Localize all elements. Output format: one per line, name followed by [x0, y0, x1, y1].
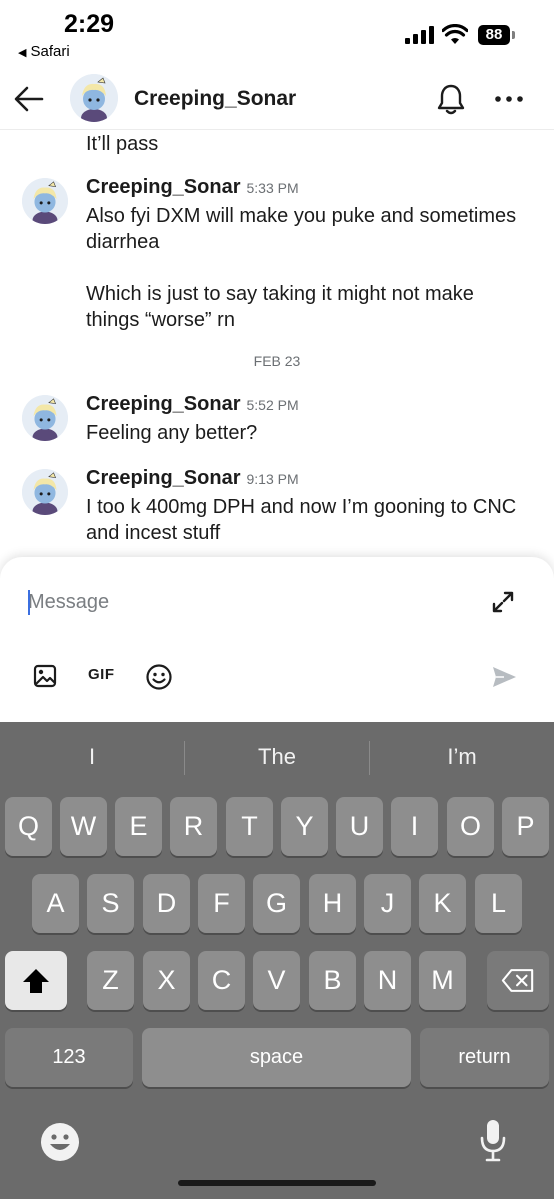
message-text: Also fyi DXM will make you puke and some…	[86, 205, 517, 331]
prediction-bar: I The I’m	[0, 722, 554, 794]
space-key[interactable]: space	[142, 1028, 411, 1087]
message-continuation: It’ll pass	[86, 133, 159, 155]
key-d[interactable]: D	[143, 874, 190, 933]
key-p[interactable]: P	[502, 797, 549, 856]
gif-button[interactable]: GIF	[88, 666, 115, 683]
message-author[interactable]: Creeping_Sonar	[86, 393, 240, 415]
message-header: Creeping_Sonar 9:13 PM	[86, 467, 299, 490]
avatar-illustration	[70, 74, 118, 122]
cellular-signal-icon	[405, 26, 435, 44]
text-caret	[28, 590, 30, 615]
key-n[interactable]: N	[364, 951, 411, 1010]
message-composer: GIF	[0, 557, 554, 722]
expand-icon[interactable]	[490, 589, 516, 615]
message-header: Creeping_Sonar 5:52 PM	[86, 393, 299, 416]
return-key[interactable]: return	[420, 1028, 549, 1087]
back-app-label: Safari	[30, 43, 70, 60]
keyboard-emoji-icon[interactable]	[40, 1122, 80, 1162]
key-z[interactable]: Z	[87, 951, 134, 1010]
key-x[interactable]: X	[143, 951, 190, 1010]
page-title[interactable]: Creeping_Sonar	[134, 87, 296, 111]
avatar[interactable]	[70, 74, 118, 122]
key-h[interactable]: H	[309, 874, 356, 933]
key-g[interactable]: G	[253, 874, 300, 933]
bell-icon[interactable]	[434, 82, 468, 116]
shift-key[interactable]	[5, 951, 67, 1010]
message-text: I too k 400mg DPH and now I’m gooning to…	[86, 496, 522, 544]
key-k[interactable]: K	[419, 874, 466, 933]
avatar-illustration	[22, 469, 68, 515]
key-b[interactable]: B	[309, 951, 356, 1010]
key-u[interactable]: U	[336, 797, 383, 856]
message-time: 5:33 PM	[246, 180, 299, 196]
battery-icon: 88	[478, 25, 510, 45]
key-o[interactable]: O	[447, 797, 494, 856]
key-j[interactable]: J	[364, 874, 411, 933]
message-text: Feeling any better?	[86, 422, 258, 444]
wifi-icon	[442, 24, 468, 44]
key-v[interactable]: V	[253, 951, 300, 1010]
message-item[interactable]: Creeping_Sonar 5:33 PM Also fyi DXM will …	[0, 176, 554, 336]
message-time: 9:13 PM	[246, 471, 299, 487]
key-i[interactable]: I	[391, 797, 438, 856]
key-q[interactable]: Q	[5, 797, 52, 856]
key-y[interactable]: Y	[281, 797, 328, 856]
key-c[interactable]: C	[198, 951, 245, 1010]
image-icon[interactable]	[32, 663, 58, 689]
key-t[interactable]: T	[226, 797, 273, 856]
microphone-icon[interactable]	[478, 1118, 508, 1164]
key-l[interactable]: L	[475, 874, 522, 933]
prediction-1[interactable]: I	[0, 744, 184, 770]
chat-header: Creeping_Sonar	[0, 70, 554, 130]
message-item[interactable]: Creeping_Sonar 9:13 PM I too k 400mg DPH …	[0, 467, 554, 557]
key-m[interactable]: M	[419, 951, 466, 1010]
key-e[interactable]: E	[115, 797, 162, 856]
message-list[interactable]: It’ll pass Creeping_Sonar 5:33 PM Also fy…	[0, 131, 554, 557]
key-s[interactable]: S	[87, 874, 134, 933]
back-arrow-icon[interactable]	[12, 82, 46, 116]
message-author[interactable]: Creeping_Sonar	[86, 176, 240, 198]
avatar[interactable]	[22, 395, 68, 441]
message-header: Creeping_Sonar 5:33 PM	[86, 176, 299, 199]
avatar-illustration	[22, 178, 68, 224]
status-time: 2:29	[64, 10, 115, 38]
backspace-key[interactable]	[487, 951, 549, 1010]
date-separator: FEB 23	[253, 353, 301, 369]
back-triangle-icon: ◀	[18, 47, 27, 59]
status-bar: 2:29 ◀ Safari 88	[0, 0, 554, 70]
backspace-icon	[501, 969, 534, 992]
send-icon[interactable]	[490, 663, 518, 691]
back-to-safari-link[interactable]: ◀ Safari	[18, 43, 70, 60]
avatar-illustration	[22, 395, 68, 441]
prediction-2[interactable]: The	[185, 744, 369, 770]
message-input[interactable]	[28, 585, 468, 619]
home-indicator	[178, 1180, 376, 1186]
avatar[interactable]	[22, 469, 68, 515]
shift-icon	[23, 969, 49, 993]
key-r[interactable]: R	[170, 797, 217, 856]
message-item[interactable]: Creeping_Sonar 5:52 PM Feeling any better…	[0, 393, 554, 453]
key-w[interactable]: W	[60, 797, 107, 856]
emoji-icon[interactable]	[145, 663, 173, 691]
battery-cap	[512, 31, 515, 39]
numbers-key[interactable]: 123	[5, 1028, 133, 1087]
on-screen-keyboard: I The I’m Q W E R T Y U I O P A S D F G …	[0, 722, 554, 1199]
prediction-3[interactable]: I’m	[370, 744, 554, 770]
more-icon[interactable]	[492, 82, 526, 116]
message-time: 5:52 PM	[246, 397, 299, 413]
key-a[interactable]: A	[32, 874, 79, 933]
avatar[interactable]	[22, 178, 68, 224]
key-f[interactable]: F	[198, 874, 245, 933]
message-author[interactable]: Creeping_Sonar	[86, 467, 240, 489]
